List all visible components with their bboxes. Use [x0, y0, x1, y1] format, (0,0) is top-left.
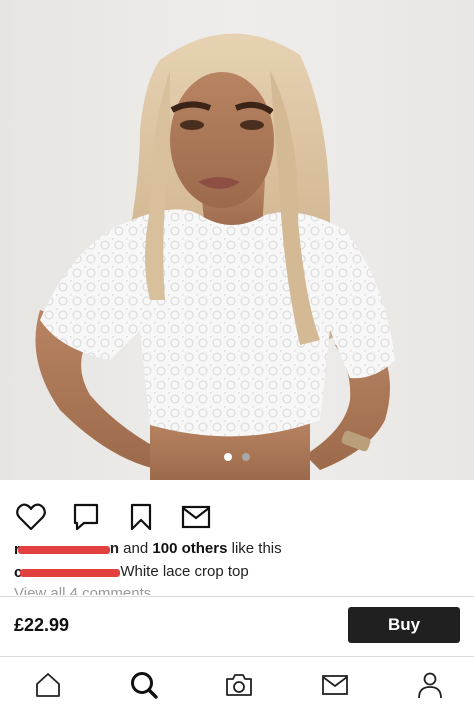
view-comments-link[interactable]: View all 4 comments	[14, 585, 474, 595]
post-actions	[16, 502, 211, 532]
redacted-username[interactable]: r	[14, 541, 110, 558]
carousel-dot-active	[224, 453, 232, 461]
likes-trailing: like this	[227, 540, 282, 557]
comment-icon[interactable]	[71, 502, 101, 532]
redacted-caption-username[interactable]: c	[14, 564, 121, 581]
likes-count[interactable]: 100 others	[152, 540, 227, 557]
caption-line: c White lace crop top	[14, 563, 249, 581]
bottom-nav	[0, 662, 474, 708]
home-icon[interactable]	[31, 668, 65, 702]
search-icon[interactable]	[127, 668, 161, 702]
carousel-indicator	[0, 453, 474, 461]
view-comments-label: View all 4 comments	[14, 585, 152, 595]
divider	[0, 656, 474, 657]
inbox-icon[interactable]	[318, 668, 352, 702]
caption-text: White lace crop top	[120, 563, 249, 580]
model-illustration	[35, 33, 395, 480]
likes-user-suffix: n	[109, 540, 120, 557]
buy-button[interactable]: Buy	[348, 607, 460, 643]
profile-icon[interactable]	[413, 668, 447, 702]
product-photo[interactable]	[0, 0, 474, 480]
heart-icon[interactable]	[16, 502, 46, 532]
carousel-dot	[242, 453, 250, 461]
bookmark-icon[interactable]	[126, 502, 156, 532]
likes-connector: and	[119, 540, 153, 557]
likes-line: r n and 100 others like this	[14, 540, 282, 558]
envelope-icon[interactable]	[181, 502, 211, 532]
product-price: £22.99	[14, 615, 70, 635]
camera-icon[interactable]	[222, 668, 256, 702]
divider	[0, 596, 474, 597]
